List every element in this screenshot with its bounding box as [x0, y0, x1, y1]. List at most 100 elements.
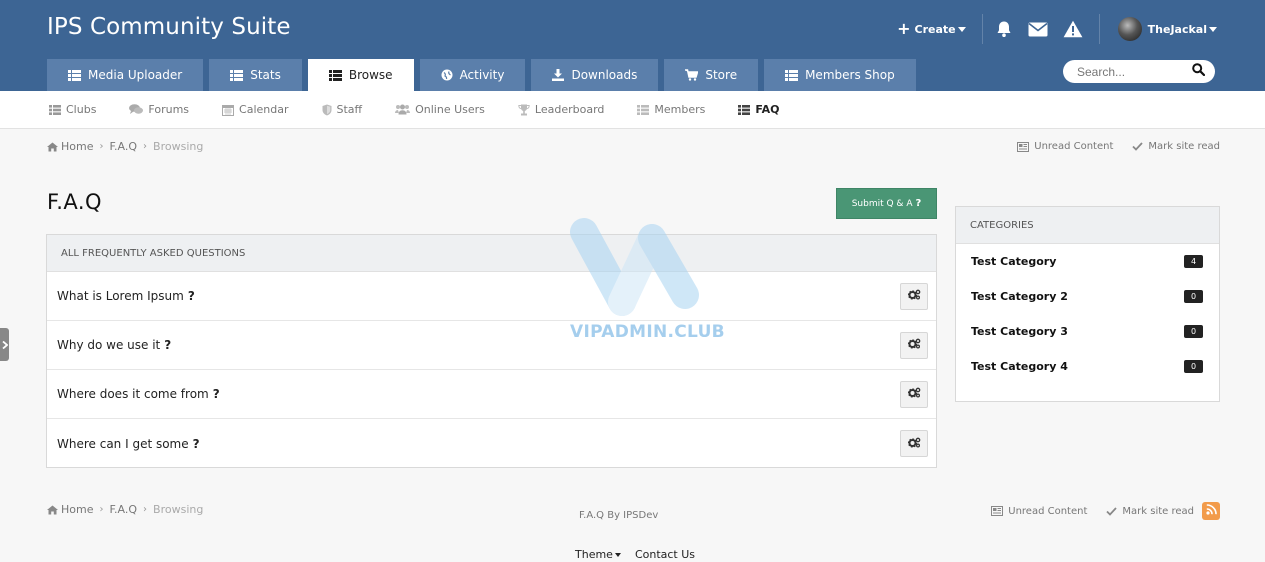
footer-breadcrumb-actions: Unread Content Mark site read [972, 502, 1220, 520]
breadcrumb-home[interactable]: Home [61, 140, 93, 153]
breadcrumb: Home › F.A.Q › Browsing [47, 140, 203, 153]
tab-stats[interactable]: Stats [209, 59, 302, 91]
subnav-forums[interactable]: Forums [129, 103, 189, 116]
contact-us-link[interactable]: Contact Us [635, 548, 695, 561]
category-item[interactable]: Test Category 2 0 [956, 279, 1219, 314]
question-icon: ? [192, 436, 200, 451]
list-icon [328, 69, 342, 81]
faq-item[interactable]: Where can I get some? [47, 419, 936, 468]
rss-button[interactable] [1202, 502, 1220, 520]
watermark-text: VIPADMIN.CLUB [570, 322, 725, 342]
breadcrumb-home[interactable]: Home [61, 503, 93, 516]
check-icon [1106, 506, 1118, 516]
globe-icon [441, 69, 453, 81]
category-name[interactable]: Test Category 3 [971, 325, 1068, 338]
chevron-right-icon: › [99, 141, 104, 152]
tab-browse[interactable]: Browse [307, 59, 414, 91]
newspaper-icon [991, 506, 1004, 516]
unread-content-link[interactable]: Unread Content [991, 506, 1087, 517]
subnav-calendar[interactable]: Calendar [222, 103, 289, 116]
subnav-members[interactable]: Members [637, 103, 705, 116]
list-icon [637, 104, 650, 115]
faq-question[interactable]: Where can I get some? [57, 437, 200, 451]
bell-icon[interactable] [995, 20, 1013, 38]
faq-item[interactable]: Why do we use it? [47, 321, 936, 370]
category-item[interactable]: Test Category 4 [956, 244, 1219, 279]
site-title[interactable]: IPS Community Suite [47, 14, 291, 40]
faq-item[interactable]: Where does it come from? [47, 370, 936, 419]
footer-breadcrumb: Home › F.A.Q › Browsing [47, 503, 203, 516]
list-icon [230, 69, 244, 81]
breadcrumb-actions: Unread Content Mark site read [998, 141, 1220, 152]
breadcrumb-current: Browsing [153, 140, 204, 153]
create-button[interactable]: + Create [897, 21, 982, 37]
faq-question-text: Where does it come from [57, 387, 209, 401]
shield-icon [322, 104, 332, 116]
category-name[interactable]: Test Category [971, 255, 1056, 268]
tab-label: Stats [250, 68, 281, 82]
username: TheJackal [1147, 22, 1207, 36]
tab-members-shop[interactable]: Members Shop [764, 59, 916, 91]
tab-label: Browse [348, 68, 393, 82]
unread-content-link[interactable]: Unread Content [1017, 141, 1113, 152]
warning-icon[interactable] [1063, 20, 1083, 38]
sidebar-toggle-button[interactable] [0, 328, 9, 361]
newspaper-icon [1017, 141, 1030, 152]
theme-selector[interactable]: Theme [575, 548, 621, 561]
gears-menu-button[interactable] [900, 331, 928, 359]
faq-question[interactable]: Where does it come from? [57, 387, 220, 401]
download-icon [552, 69, 565, 81]
subnav-label: Members [654, 103, 706, 116]
comments-icon [129, 104, 144, 115]
category-item[interactable]: Test Category 3 0 [956, 314, 1219, 349]
faq-question[interactable]: Why do we use it? [57, 338, 171, 352]
search-input[interactable] [1077, 64, 1177, 79]
footer-links: Theme Contact Us [575, 548, 695, 561]
breadcrumb-section[interactable]: F.A.Q [109, 140, 137, 153]
cart-icon [685, 69, 699, 81]
check-icon [1132, 142, 1144, 151]
category-name[interactable]: Test Category 4 [971, 360, 1068, 373]
breadcrumb-current: Browsing [153, 503, 204, 516]
mark-site-read-link[interactable]: Mark site read [1106, 506, 1194, 517]
user-menu-button[interactable]: TheJackal [1100, 17, 1217, 41]
subnav-online-users[interactable]: Online Users [395, 103, 485, 116]
envelope-icon[interactable] [1028, 22, 1048, 37]
faq-item[interactable]: What is Lorem Ipsum? [47, 272, 936, 321]
mark-site-read-link[interactable]: Mark site read [1132, 141, 1220, 152]
faq-question[interactable]: What is Lorem Ipsum? [57, 289, 195, 303]
tab-media-uploader[interactable]: Media Uploader [47, 59, 204, 91]
tab-store[interactable]: Store [664, 59, 759, 91]
subnav-faq[interactable]: FAQ [738, 103, 780, 116]
submit-qa-button[interactable]: Submit Q & A ? [836, 188, 937, 219]
tab-label: Activity [459, 68, 505, 82]
question-icon: ? [212, 387, 220, 401]
gears-menu-button[interactable] [900, 380, 928, 408]
tab-downloads[interactable]: Downloads [531, 59, 659, 91]
calendar-icon [222, 104, 235, 116]
subnav-clubs[interactable]: Clubs [49, 103, 96, 116]
site-header: IPS Community Suite + Create TheJackal M… [0, 0, 1265, 91]
subnav-label: Leaderboard [534, 103, 605, 116]
submit-label: Submit Q & A [851, 198, 913, 209]
question-icon: ? [164, 338, 172, 352]
gears-menu-button[interactable] [900, 430, 928, 457]
unread-content-label: Unread Content [1008, 505, 1088, 517]
chevron-right-icon: › [143, 504, 148, 515]
category-item[interactable]: Test Category 4 0 [956, 349, 1219, 384]
tab-label: Members Shop [805, 68, 895, 82]
plus-icon: + [897, 19, 911, 38]
chevron-right-icon [1, 336, 8, 354]
search-icon[interactable] [1192, 62, 1206, 81]
category-count-badge: 4 [1184, 255, 1203, 268]
notification-icons [983, 20, 1099, 38]
breadcrumb-section[interactable]: F.A.Q [109, 503, 137, 516]
tab-label: Media Uploader [88, 68, 183, 82]
faq-list-box: ALL FREQUENTLY ASKED QUESTIONS What is L… [46, 234, 937, 468]
tab-activity[interactable]: Activity [419, 59, 526, 91]
gears-menu-button[interactable] [900, 282, 928, 310]
subnav-staff[interactable]: Staff [322, 103, 363, 116]
category-name[interactable]: Test Category 2 [971, 290, 1068, 303]
subnav-leaderboard[interactable]: Leaderboard [518, 103, 604, 116]
subnav-label: Staff [336, 103, 363, 116]
